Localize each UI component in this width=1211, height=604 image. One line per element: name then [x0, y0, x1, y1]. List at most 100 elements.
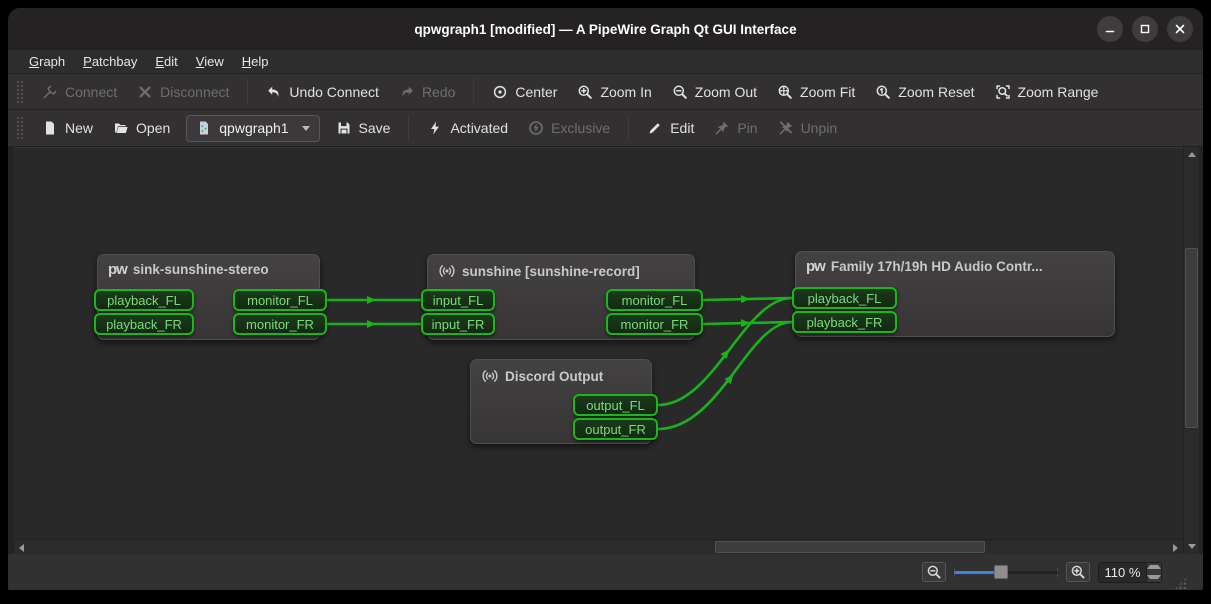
title-bar[interactable]: qpwgraph1 [modified] — A PipeWire Graph …: [8, 8, 1203, 50]
horizontal-scroll-thumb[interactable]: [715, 541, 985, 553]
zoom-slider[interactable]: [954, 562, 1058, 582]
port-family-17h-19h-hd-audio-contr-playback-fl[interactable]: playback_FL: [792, 287, 897, 309]
scroll-left-button[interactable]: [14, 540, 29, 555]
edit-button[interactable]: Edit: [637, 114, 704, 142]
pipewire-icon: pw: [806, 259, 825, 274]
horizontal-scrollbar[interactable]: [14, 539, 1183, 554]
button-label: Zoom In: [600, 84, 651, 100]
button-label: Zoom Range: [1018, 84, 1099, 100]
vertical-scroll-thumb[interactable]: [1185, 248, 1198, 428]
zoom-fit-icon: [777, 84, 793, 100]
node-header[interactable]: pw Family 17h/19h HD Audio Contr...: [796, 252, 1114, 274]
toolbar-drag-handle[interactable]: [16, 116, 24, 140]
window-controls: [1097, 16, 1193, 42]
audio-icon: [438, 262, 456, 280]
port-sunshine-sunshine-record-input-fl[interactable]: input_FL: [421, 289, 495, 311]
toolbar-separator: [628, 115, 629, 141]
maximize-icon: [1139, 23, 1151, 35]
zoom-out-button[interactable]: Zoom Out: [662, 78, 767, 106]
new-icon: [42, 120, 58, 136]
node-header[interactable]: Discord Output: [471, 360, 651, 385]
menu-graph[interactable]: Graph: [20, 52, 74, 71]
node-header[interactable]: pwsink-sunshine-stereo: [98, 255, 319, 277]
menu-patchbay[interactable]: Patchbay: [74, 52, 146, 71]
button-label: Undo Connect: [289, 84, 379, 100]
chevron-down-icon: [302, 126, 310, 131]
disconnect-icon: [137, 84, 153, 100]
scroll-right-button[interactable]: [1168, 540, 1183, 555]
connection-arrow-icon: [721, 347, 733, 359]
port-family-17h-19h-hd-audio-contr-playback-fr[interactable]: playback_FR: [792, 311, 897, 333]
spin-down-button[interactable]: [1147, 572, 1161, 582]
node-title: sunshine [sunshine-record]: [462, 264, 640, 279]
port-sink-sunshine-stereo-playback-fl[interactable]: playback_FL: [94, 289, 194, 311]
toolbar-separator: [408, 115, 409, 141]
pin-button: Pin: [704, 114, 767, 142]
spin-down-icon: [1147, 575, 1161, 579]
toolbar-drag-handle[interactable]: [16, 80, 24, 104]
port-sink-sunshine-stereo-playback-fr[interactable]: playback_FR: [94, 313, 194, 335]
zoom-range-button[interactable]: Zoom Range: [985, 78, 1109, 106]
undo-connect-button[interactable]: Undo Connect: [256, 78, 389, 106]
zoom-in-button[interactable]: Zoom In: [567, 78, 661, 106]
connect-icon: [42, 84, 58, 100]
zoom-out-button[interactable]: [922, 562, 946, 582]
minimize-button[interactable]: [1097, 16, 1123, 42]
redo-icon: [399, 84, 415, 100]
button-label: Connect: [65, 84, 117, 100]
status-bar: 110 %: [8, 554, 1203, 590]
center-button[interactable]: Center: [482, 78, 567, 106]
activated-button[interactable]: Activated: [417, 114, 518, 142]
arrow-left-icon: [19, 544, 24, 552]
menu-view[interactable]: View: [187, 52, 233, 71]
port-sunshine-sunshine-record-input-fr[interactable]: input_FR: [421, 313, 495, 335]
scroll-up-button[interactable]: [1184, 147, 1200, 162]
port-discord-output-output-fr[interactable]: output_FR: [573, 418, 658, 440]
zoom-percent-value[interactable]: 110 %: [1099, 563, 1146, 582]
unpin-icon: [778, 120, 794, 136]
connection-cable[interactable]: [703, 322, 792, 324]
node-title: Family 17h/19h HD Audio Contr...: [831, 259, 1043, 274]
menu-help[interactable]: Help: [233, 52, 278, 71]
connection-arrow-icon: [367, 320, 376, 328]
node-header[interactable]: sunshine [sunshine-record]: [428, 255, 694, 280]
button-label: Activated: [450, 120, 508, 136]
undo-icon: [266, 84, 282, 100]
port-sink-sunshine-stereo-monitor-fl[interactable]: monitor_FL: [233, 289, 327, 311]
save-button[interactable]: Save: [326, 114, 401, 142]
port-sink-sunshine-stereo-monitor-fr[interactable]: monitor_FR: [233, 313, 327, 335]
button-label: Center: [515, 84, 557, 100]
patchbay-file-combobox[interactable]: qpwgraph1: [186, 115, 319, 142]
save-icon: [336, 120, 352, 136]
close-button[interactable]: [1167, 16, 1193, 42]
port-sunshine-sunshine-record-monitor-fr[interactable]: monitor_FR: [606, 313, 703, 335]
resize-grip[interactable]: [1174, 577, 1187, 590]
port-discord-output-output-fl[interactable]: output_FL: [573, 394, 658, 416]
open-icon: [113, 120, 129, 136]
zoom-in-button[interactable]: [1066, 562, 1090, 582]
zoom-reset-button[interactable]: Zoom Reset: [865, 78, 984, 106]
exclusive-button: Exclusive: [518, 114, 620, 142]
connection-arrow-icon: [367, 296, 376, 304]
zoom-fit-button[interactable]: Zoom Fit: [767, 78, 865, 106]
port-sunshine-sunshine-record-monitor-fl[interactable]: monitor_FL: [606, 289, 703, 311]
arrow-down-icon: [1188, 544, 1196, 549]
zoom-in-icon: [1070, 564, 1086, 580]
scroll-down-button[interactable]: [1184, 539, 1200, 554]
connection-cable[interactable]: [703, 298, 792, 300]
toolbar-separator: [247, 79, 248, 105]
menu-edit[interactable]: Edit: [146, 52, 186, 71]
vertical-scrollbar[interactable]: [1183, 147, 1199, 554]
spin-up-icon: [1147, 565, 1161, 569]
new-button[interactable]: New: [32, 114, 103, 142]
zoom-percent-spinbox[interactable]: 110 %: [1098, 562, 1162, 583]
button-label: Edit: [670, 120, 694, 136]
maximize-button[interactable]: [1132, 16, 1158, 42]
exclusive-icon: [528, 120, 544, 136]
button-label: New: [65, 120, 93, 136]
toolbar-patchbay: New Openqpwgraph1 Save Activated Exclusive Ed…: [8, 110, 1203, 147]
slider-handle[interactable]: [994, 565, 1008, 579]
graph-canvas[interactable]: pwsink-sunshine-stereoplayback_FLplaybac…: [14, 147, 1183, 539]
open-button[interactable]: Open: [103, 114, 180, 142]
spin-up-button[interactable]: [1147, 563, 1161, 573]
